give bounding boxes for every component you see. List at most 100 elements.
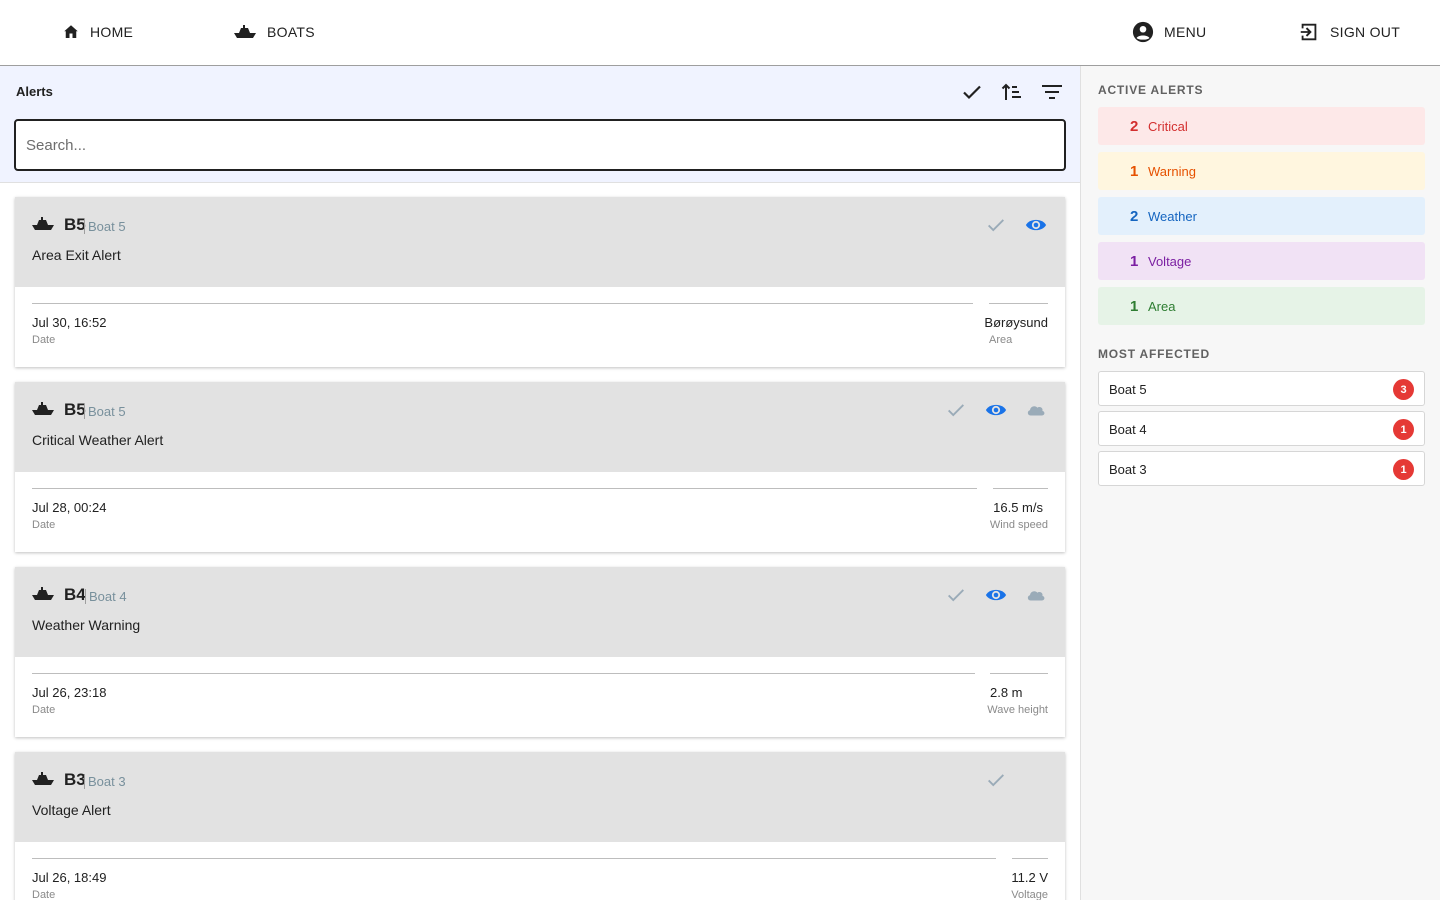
alert-metric-value: 16.5 m/s: [993, 500, 1043, 515]
boat-name: Boat 5: [84, 404, 126, 419]
acknowledge-check-icon[interactable]: [945, 584, 967, 606]
alert-title: Critical Weather Alert: [32, 432, 164, 448]
acknowledge-check-icon[interactable]: [945, 399, 967, 421]
most-affected-heading: MOST AFFECTED: [1098, 347, 1210, 361]
alert-title: Voltage Alert: [32, 802, 111, 818]
category-critical[interactable]: 2 Critical: [1098, 107, 1425, 145]
alert-metric-label: Area: [989, 334, 1013, 346]
summary-sidebar: ACTIVE ALERTS 2 Critical 1 Warning 2 Wea…: [1080, 66, 1440, 900]
eye-icon[interactable]: [1025, 214, 1047, 236]
boat-code: B4: [64, 585, 86, 604]
divider: [993, 488, 1048, 489]
sign-out-label: SIGN OUT: [1330, 24, 1401, 40]
category-label: Weather: [1148, 208, 1197, 224]
sign-out-button[interactable]: SIGN OUT: [1298, 0, 1400, 64]
divider: [32, 673, 975, 674]
category-voltage[interactable]: 1 Voltage: [1098, 242, 1425, 280]
alert-count-badge: 1: [1393, 419, 1414, 440]
boat-code: B5: [64, 400, 86, 419]
nav-home-label: HOME: [90, 24, 134, 40]
acknowledge-check-icon[interactable]: [985, 769, 1007, 791]
alert-card-header: B5 Boat 5 Area Exit Alert: [15, 197, 1065, 287]
affected-boat-item[interactable]: Boat 3 1: [1098, 451, 1425, 486]
divider: [32, 488, 977, 489]
sort-ascending-icon[interactable]: [1000, 80, 1024, 104]
divider: [990, 673, 1048, 674]
alert-metric-label: Wind speed: [989, 519, 1048, 531]
nav-boats-label: BOATS: [267, 24, 315, 40]
alert-card[interactable]: B4 Boat 4 Weather Warning Jul 26, 23:18 …: [15, 567, 1065, 737]
affected-boat-item[interactable]: Boat 4 1: [1098, 411, 1425, 446]
alert-metric-label: Voltage: [1011, 889, 1048, 900]
alert-date-label: Date: [32, 889, 56, 900]
divider: [32, 858, 996, 859]
boat-icon: [32, 402, 54, 415]
category-label: Critical: [1148, 118, 1188, 134]
boat-name: Boat 5: [84, 219, 126, 234]
alert-card[interactable]: B5 Boat 5 Critical Weather Alert Jul 28,…: [15, 382, 1065, 552]
alert-metric-value: Børøysund: [984, 315, 1048, 330]
top-navigation: HOME BOATS MENU SIGN OUT: [0, 0, 1440, 66]
boat-name: Boat 4: [85, 589, 127, 604]
alert-metric-value: 11.2 V: [1011, 870, 1048, 885]
cloud-icon[interactable]: [1025, 399, 1047, 421]
account-circle-icon: [1132, 21, 1154, 43]
affected-boat-item[interactable]: Boat 5 3: [1098, 371, 1425, 406]
alert-date: Jul 26, 18:49: [32, 870, 107, 885]
category-count: 1: [1130, 297, 1139, 315]
alert-card-details: Jul 26, 23:18 Date 2.8 m Wave height: [15, 657, 1065, 737]
nav-home-link[interactable]: HOME: [62, 0, 133, 64]
alert-card-header: B3 Boat 3 Voltage Alert: [15, 752, 1065, 842]
boat-name: Boat 3: [84, 774, 126, 789]
alert-card-details: Jul 26, 18:49 Date 11.2 V Voltage: [15, 842, 1065, 900]
category-count: 2: [1130, 117, 1139, 135]
alert-metric-label: Wave height: [987, 704, 1048, 716]
category-label: Warning: [1148, 163, 1196, 179]
eye-icon[interactable]: [985, 584, 1007, 606]
nav-menu-button[interactable]: MENU: [1132, 0, 1206, 64]
boat-icon: [234, 25, 256, 38]
home-icon: [64, 25, 78, 38]
alert-count-badge: 3: [1393, 379, 1414, 400]
eye-icon[interactable]: [985, 399, 1007, 421]
boat-code: B5: [64, 215, 86, 234]
acknowledge-check-icon[interactable]: [985, 214, 1007, 236]
category-label: Area: [1148, 298, 1176, 314]
active-alerts-heading: ACTIVE ALERTS: [1098, 83, 1204, 97]
nav-menu-label: MENU: [1164, 24, 1207, 40]
alert-date-label: Date: [32, 519, 56, 531]
alerts-main-panel: Alerts B5 Boat 5 Area Exit Alert Jul 30,…: [0, 66, 1080, 900]
category-weather[interactable]: 2 Weather: [1098, 197, 1425, 235]
alert-card-details: Jul 28, 00:24 Date 16.5 m/s Wind speed: [15, 472, 1065, 552]
category-area[interactable]: 1 Area: [1098, 287, 1425, 325]
affected-boat-name: Boat 5: [1109, 382, 1147, 397]
alert-date: Jul 28, 00:24: [32, 500, 107, 515]
search-input[interactable]: [14, 119, 1066, 171]
nav-boats-link[interactable]: BOATS: [233, 0, 315, 64]
affected-boat-name: Boat 3: [1109, 462, 1147, 477]
boat-icon: [32, 217, 54, 230]
boat-code: B3: [64, 770, 86, 789]
alert-count-badge: 1: [1393, 459, 1414, 480]
alert-title: Weather Warning: [32, 617, 141, 633]
filter-icon[interactable]: [1040, 80, 1064, 104]
alert-date: Jul 30, 16:52: [32, 315, 107, 330]
boat-icon: [32, 587, 54, 600]
divider: [1012, 858, 1048, 859]
alert-card[interactable]: B3 Boat 3 Voltage Alert Jul 26, 18:49 Da…: [15, 752, 1065, 900]
alert-card-header: B4 Boat 4 Weather Warning: [15, 567, 1065, 657]
divider: [32, 303, 973, 304]
divider: [989, 303, 1048, 304]
alert-card-header: B5 Boat 5 Critical Weather Alert: [15, 382, 1065, 472]
category-warning[interactable]: 1 Warning: [1098, 152, 1425, 190]
category-count: 2: [1130, 207, 1139, 225]
category-count: 1: [1130, 252, 1139, 270]
cloud-icon[interactable]: [1025, 584, 1047, 606]
boat-icon: [32, 772, 54, 785]
check-all-icon[interactable]: [960, 80, 984, 104]
alert-date-label: Date: [32, 704, 56, 716]
alert-card-details: Jul 30, 16:52 Date Børøysund Area: [15, 287, 1065, 367]
alert-card[interactable]: B5 Boat 5 Area Exit Alert Jul 30, 16:52 …: [15, 197, 1065, 367]
category-count: 1: [1130, 162, 1139, 180]
alerts-header: Alerts: [0, 66, 1080, 183]
